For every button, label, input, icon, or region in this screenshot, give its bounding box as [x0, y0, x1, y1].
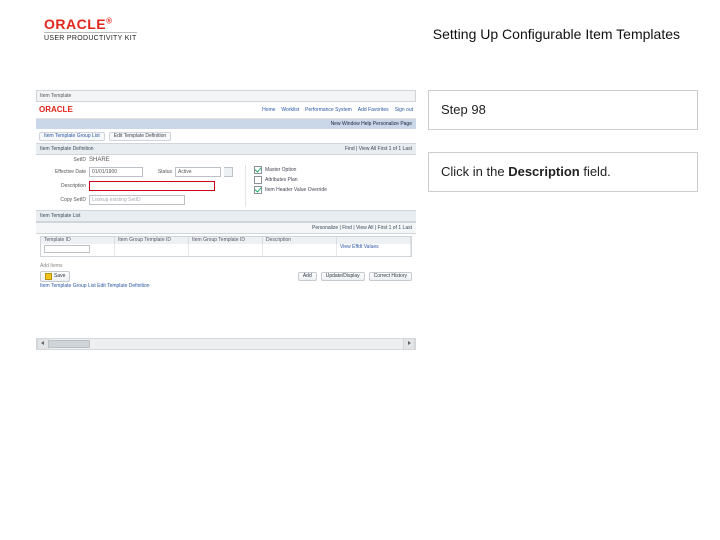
checkbox-attributes-plan[interactable] [254, 176, 262, 184]
nav-favorites[interactable]: Add Favorites [358, 108, 389, 113]
label-status: Status [146, 170, 172, 175]
checkbox-master-option[interactable] [254, 166, 262, 174]
pager-2[interactable]: Personalize | Find | View All | First 1 … [312, 226, 412, 231]
horizontal-scrollbar[interactable] [36, 338, 416, 350]
browser-titlebar: Item Template [36, 90, 416, 102]
update-display-button[interactable]: Update/Display [321, 272, 365, 281]
page-title: Setting Up Configurable Item Templates [433, 26, 680, 42]
nav-signout[interactable]: Sign out [395, 108, 413, 113]
correct-history-button[interactable]: Correct History [369, 272, 412, 281]
footer-links: Item Template Group List Edit Template D… [36, 282, 416, 291]
app-screenshot: Item Template ORACLE Home Worklist Perfo… [36, 90, 416, 350]
select-status[interactable]: Active [175, 167, 221, 177]
add-button[interactable]: Add [298, 272, 317, 281]
label-setid: SetID [40, 158, 86, 163]
label-description: Description [40, 184, 86, 189]
inner-oracle-logo: ORACLE [39, 106, 73, 114]
table-row[interactable]: View Effdt Values [41, 244, 411, 256]
input-copy-setid[interactable]: Lookup existing SetID [89, 195, 185, 205]
save-icon [45, 273, 52, 280]
step-label: Step 98 [441, 102, 486, 117]
chevron-down-icon[interactable] [224, 167, 233, 177]
template-list-grid: Template ID Item Group Template ID Item … [40, 236, 412, 257]
oracle-logo: ORACLE® USER PRODUCTIVITY KIT [44, 16, 137, 42]
label-add-items: Add Items [36, 262, 416, 271]
crumb-edit-template: Edit Template Definition [109, 132, 171, 141]
scroll-right-arrow-icon[interactable] [403, 339, 415, 349]
pager-1[interactable]: Find | View All First 1 of 1 Last [345, 147, 412, 152]
nav-home[interactable]: Home [262, 108, 275, 113]
checkbox-override[interactable] [254, 186, 262, 194]
label-copy-setid: Copy SetID [40, 198, 86, 203]
grid-input-1[interactable] [44, 245, 90, 253]
section-title-template-def: Item Template Definition [40, 147, 94, 152]
link-view-effdt[interactable]: View Effdt Values [340, 244, 379, 250]
nav-worklist[interactable]: Worklist [281, 108, 299, 113]
instruction-box: Click in the Description field. [428, 152, 698, 192]
nav-performance[interactable]: Performance System [305, 108, 352, 113]
scroll-thumb[interactable] [48, 340, 90, 348]
section-title-template-list: Item Template List [40, 214, 80, 219]
instruction-field-name: Description [508, 164, 580, 179]
input-description[interactable] [89, 181, 215, 191]
input-effdate[interactable]: 01/01/1900 [89, 167, 143, 177]
label-effdate: Effective Date [40, 170, 86, 175]
crumb-group-list[interactable]: Item Template Group List [39, 132, 105, 141]
step-box: Step 98 [428, 90, 698, 130]
logo-subtitle: USER PRODUCTIVITY KIT [44, 32, 137, 42]
utility-bar: New Window Help Personalize Page [36, 119, 416, 129]
value-setid: SHARE [89, 157, 110, 163]
top-nav: Home Worklist Performance System Add Fav… [262, 108, 413, 113]
save-button[interactable]: Save [40, 271, 70, 282]
